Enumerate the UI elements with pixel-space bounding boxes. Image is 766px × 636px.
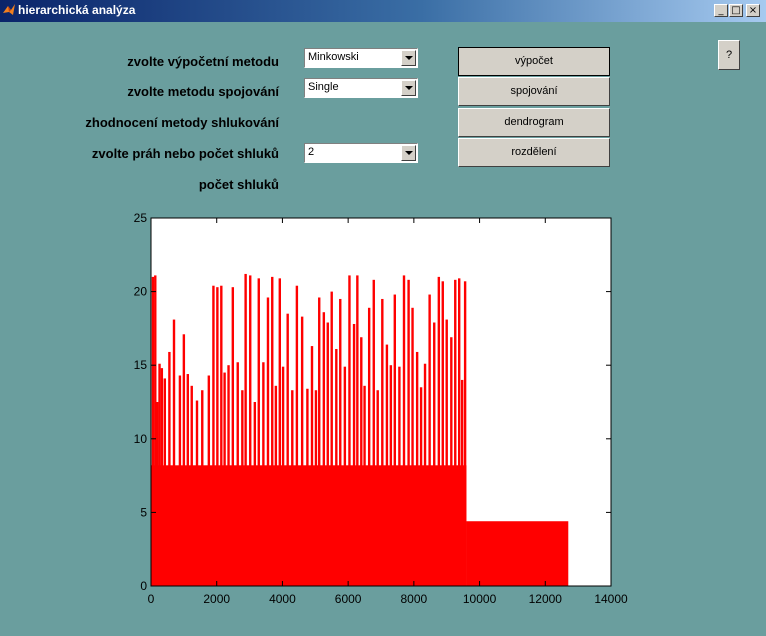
y-tick-label: 10 — [134, 432, 148, 446]
bar — [281, 366, 285, 586]
bar — [231, 287, 235, 586]
bar — [450, 337, 453, 586]
bar — [286, 313, 289, 586]
y-tick-label: 5 — [140, 505, 147, 519]
bar — [419, 387, 423, 586]
y-tick-label: 0 — [140, 579, 147, 593]
bar — [398, 366, 401, 586]
bar — [172, 319, 176, 586]
bar — [393, 294, 396, 586]
bar — [314, 390, 318, 586]
bar — [310, 346, 314, 586]
bar — [385, 344, 389, 586]
bar — [151, 276, 155, 586]
bar — [291, 390, 294, 586]
bar — [223, 372, 226, 586]
base-bar-block — [151, 465, 467, 586]
bar — [318, 297, 321, 586]
bar — [168, 351, 171, 586]
y-tick-label: 25 — [134, 211, 148, 225]
bar — [360, 337, 363, 586]
bar — [227, 365, 230, 586]
bar — [160, 368, 164, 586]
bar — [458, 278, 461, 586]
bar — [278, 278, 281, 586]
bar — [423, 363, 427, 586]
bar — [182, 334, 186, 586]
bar — [158, 363, 161, 586]
bar — [178, 375, 182, 586]
bar — [335, 349, 338, 586]
bar — [454, 279, 457, 586]
bar — [437, 276, 441, 586]
bar — [262, 362, 265, 586]
bar — [300, 316, 304, 586]
bar — [407, 279, 410, 586]
bar — [253, 402, 257, 586]
bar — [195, 400, 199, 586]
bar — [330, 291, 333, 586]
bar — [343, 366, 347, 586]
bar — [441, 281, 444, 586]
bar — [220, 285, 223, 586]
bar — [376, 390, 379, 586]
bar — [348, 275, 351, 586]
bar — [274, 385, 278, 586]
bar — [352, 323, 356, 586]
bar — [363, 385, 366, 586]
bar — [295, 285, 299, 586]
x-tick-label: 6000 — [335, 592, 362, 606]
bar — [433, 322, 436, 586]
bar — [356, 275, 359, 586]
tail-bar-block — [466, 521, 569, 586]
bar — [212, 285, 215, 586]
x-tick-label: 12000 — [529, 592, 563, 606]
cluster-bar-chart: 0 2000 4000 6000 8000 10000 12000 14000 0 5 10 15 20… — [134, 211, 628, 606]
bar — [389, 365, 393, 586]
bar — [415, 351, 419, 586]
x-tick-label: 4000 — [269, 592, 296, 606]
bar — [190, 385, 193, 586]
bar — [249, 275, 252, 586]
x-tick-label: 2000 — [203, 592, 230, 606]
bar — [207, 375, 211, 586]
x-tick-label: 0 — [148, 592, 155, 606]
bar — [372, 279, 375, 586]
x-tick-label: 8000 — [401, 592, 428, 606]
bar — [156, 402, 159, 586]
bar — [402, 275, 406, 586]
y-tick-label: 20 — [134, 285, 148, 299]
bar — [381, 298, 384, 586]
bar — [216, 287, 219, 586]
bar — [241, 390, 244, 586]
bar — [322, 312, 326, 586]
y-tick-label: 15 — [134, 358, 148, 372]
x-tick-label: 10000 — [463, 592, 497, 606]
bar — [326, 322, 329, 586]
bar — [367, 307, 371, 586]
bar — [339, 298, 342, 586]
bar — [186, 374, 189, 586]
bar — [428, 294, 431, 586]
bar — [460, 379, 464, 586]
bar — [445, 319, 448, 586]
bar — [201, 390, 204, 586]
bar — [266, 297, 270, 586]
x-tick-label: 14000 — [594, 592, 628, 606]
bar — [271, 276, 274, 586]
bar — [306, 388, 309, 586]
bar — [236, 362, 239, 586]
bar — [411, 307, 414, 586]
bar — [163, 378, 166, 586]
bar — [244, 273, 247, 586]
bar — [463, 281, 467, 586]
bar — [257, 278, 260, 586]
